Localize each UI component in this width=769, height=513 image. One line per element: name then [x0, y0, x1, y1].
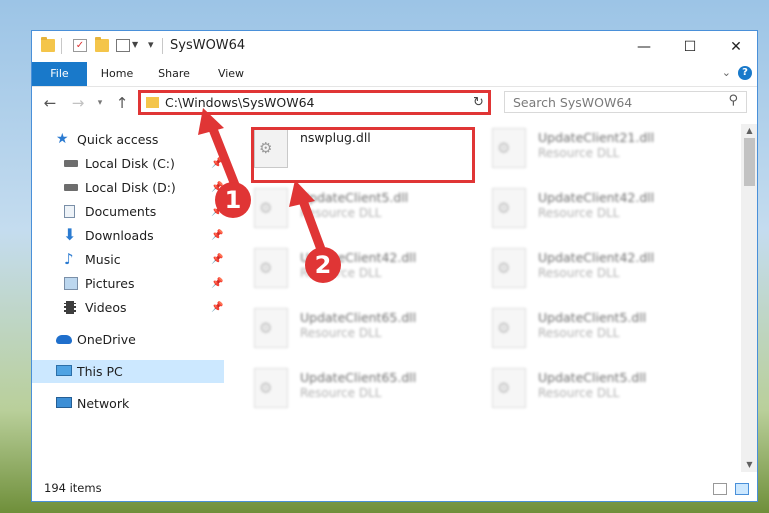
ribbon-tabs: File Home Share View ⌄ ? — [32, 62, 757, 87]
address-path[interactable]: C:\Windows\SysWOW64 — [165, 95, 314, 110]
up-arrow-icon[interactable]: ↑ — [112, 93, 132, 113]
minimize-button[interactable]: — — [621, 31, 667, 62]
help-icon[interactable]: ? — [738, 66, 752, 80]
sidebar-item-pictures[interactable]: Pictures 📌 — [32, 272, 224, 295]
computer-icon — [56, 365, 72, 376]
search-icon[interactable]: ⚲ — [728, 93, 738, 108]
pin-icon[interactable]: 📌 — [211, 248, 223, 271]
expand-ribbon-icon[interactable]: ⌄ — [722, 66, 731, 79]
dll-file-icon: ⚙ — [492, 128, 526, 168]
dll-file-icon: ⚙ — [492, 188, 526, 228]
gear-icon: ⚙ — [259, 319, 273, 337]
list-item[interactable]: ⚙ UpdateClient5.dll Resource DLL — [242, 184, 472, 234]
list-item[interactable]: ⚙ UpdateClient42.dll Resource DLL — [480, 184, 710, 234]
list-item[interactable]: ⚙ UpdateClient65.dll Resource DLL — [242, 364, 472, 414]
title-bar: ✓ ▼ ▾ SysWOW64 — ☐ ✕ — [32, 31, 757, 62]
dll-file-icon: ⚙ — [492, 308, 526, 348]
large-icons-view-icon[interactable] — [735, 483, 749, 495]
address-bar[interactable]: C:\Windows\SysWOW64 ⌄ — [138, 90, 490, 115]
refresh-icon: ↻ — [473, 95, 484, 110]
gear-icon: ⚙ — [497, 259, 511, 277]
pin-icon[interactable]: 📌 — [211, 296, 223, 319]
step-2-badge: 2 — [305, 247, 341, 283]
details-view-icon[interactable] — [713, 483, 727, 495]
sidebar-item-onedrive[interactable]: OneDrive — [32, 328, 224, 351]
sidebar-item-videos[interactable]: Videos 📌 — [32, 296, 224, 319]
quick-access-dropdown-icon[interactable]: ▾ — [148, 38, 154, 51]
dll-file-icon: ⚙ — [254, 368, 288, 408]
dll-file-icon: ⚙ — [254, 308, 288, 348]
folder-icon — [41, 37, 55, 52]
sidebar-item-network[interactable]: Network — [32, 392, 224, 415]
gear-icon: ⚙ — [259, 199, 273, 217]
tab-file[interactable]: File — [32, 62, 87, 86]
file-highlight-box — [251, 127, 475, 183]
tab-share[interactable]: Share — [150, 62, 198, 86]
scroll-up-icon[interactable]: ▲ — [741, 124, 757, 138]
list-item[interactable]: ⚙ UpdateClient21.dll Resource DLL — [480, 124, 710, 174]
drive-icon — [64, 184, 78, 191]
dll-file-icon: ⚙ — [254, 248, 288, 288]
tab-view[interactable]: View — [208, 62, 254, 86]
folder-icon — [146, 97, 159, 108]
sidebar-item-local-disk-d[interactable]: Local Disk (D:) 📌 — [32, 176, 224, 199]
step-1-badge: 1 — [215, 182, 251, 218]
status-bar: 194 items — [32, 477, 757, 501]
customize-toolbar-icon[interactable] — [116, 39, 130, 52]
list-item[interactable]: ⚙ UpdateClient5.dll Resource DLL — [480, 364, 710, 414]
navigation-pane: ★ Quick access Local Disk (C:) 📌 Local D… — [32, 124, 227, 469]
tab-home[interactable]: Home — [93, 62, 141, 86]
gear-icon: ⚙ — [497, 199, 511, 217]
sidebar-item-music[interactable]: ♪ Music 📌 — [32, 248, 224, 271]
recent-locations-icon[interactable]: ▾ — [90, 93, 110, 113]
pin-icon[interactable]: 📌 — [211, 272, 223, 295]
sidebar-item-local-disk-c[interactable]: Local Disk (C:) 📌 — [32, 152, 224, 175]
dll-file-icon: ⚙ — [492, 368, 526, 408]
scroll-down-icon[interactable]: ▼ — [741, 458, 757, 472]
forward-arrow-icon[interactable]: → — [68, 93, 88, 113]
search-placeholder: Search SysWOW64 — [513, 95, 633, 110]
videos-icon — [64, 301, 76, 314]
vertical-scrollbar[interactable]: ▲ ▼ — [741, 124, 757, 472]
documents-icon — [64, 205, 75, 218]
star-icon: ★ — [56, 131, 69, 147]
music-icon: ♪ — [64, 250, 74, 268]
scrollbar-thumb[interactable] — [744, 138, 755, 186]
explorer-window: ✓ ▼ ▾ SysWOW64 — ☐ ✕ File Home Share Vie… — [31, 30, 758, 502]
drive-icon — [64, 160, 78, 167]
maximize-button[interactable]: ☐ — [667, 31, 713, 62]
navigation-bar: ← → ▾ ↑ C:\Windows\SysWOW64 ⌄ ↻ Search S… — [32, 87, 757, 119]
gear-icon: ⚙ — [497, 139, 511, 157]
gear-icon: ⚙ — [497, 319, 511, 337]
close-button[interactable]: ✕ — [713, 31, 757, 62]
new-folder-icon[interactable] — [95, 37, 109, 52]
dll-file-icon: ⚙ — [492, 248, 526, 288]
back-arrow-icon[interactable]: ← — [40, 93, 60, 113]
gear-icon: ⚙ — [497, 379, 511, 397]
sidebar-item-quick-access[interactable]: ★ Quick access — [32, 128, 224, 151]
pin-icon[interactable]: 📌 — [211, 152, 223, 175]
sidebar-item-downloads[interactable]: ⬇ Downloads 📌 — [32, 224, 224, 247]
pictures-icon — [64, 277, 78, 290]
list-item[interactable]: ⚙ UpdateClient42.dll Resource DLL — [242, 244, 472, 294]
pin-icon[interactable]: 📌 — [211, 224, 223, 247]
sidebar-item-documents[interactable]: Documents 📌 — [32, 200, 224, 223]
window-title: SysWOW64 — [170, 38, 246, 53]
cloud-icon — [56, 335, 72, 344]
refresh-button[interactable]: ↻ — [469, 90, 491, 115]
list-item[interactable]: ⚙ UpdateClient65.dll Resource DLL — [242, 304, 472, 354]
download-icon: ⬇ — [63, 225, 77, 244]
list-item[interactable]: ⚙ UpdateClient5.dll Resource DLL — [480, 304, 710, 354]
properties-icon[interactable]: ✓ — [73, 39, 87, 52]
chevron-down-icon[interactable]: ▼ — [132, 40, 138, 49]
gear-icon: ⚙ — [259, 259, 273, 277]
item-count: 194 items — [44, 481, 102, 495]
network-icon — [56, 397, 72, 408]
gear-icon: ⚙ — [259, 379, 273, 397]
dll-file-icon: ⚙ — [254, 188, 288, 228]
sidebar-item-this-pc[interactable]: This PC — [32, 360, 224, 383]
search-input[interactable]: Search SysWOW64 ⚲ — [504, 91, 747, 113]
list-item[interactable]: ⚙ UpdateClient42.dll Resource DLL — [480, 244, 710, 294]
